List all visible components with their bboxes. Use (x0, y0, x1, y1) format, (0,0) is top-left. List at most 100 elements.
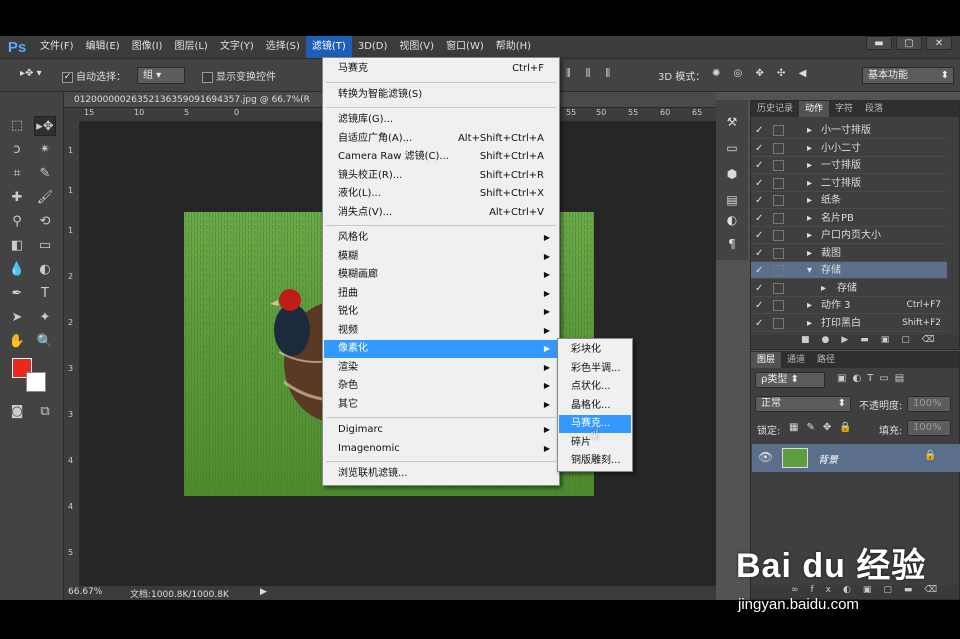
expand-right-icon[interactable]: ▸ (807, 122, 812, 139)
action-check-icon[interactable]: ✓ (755, 332, 763, 333)
expand-right-icon[interactable]: ▸ (821, 280, 826, 297)
filter-menu-item[interactable]: 像素化 ▶ (324, 340, 558, 358)
pixelate-submenu-item[interactable]: 点状化... (559, 378, 631, 396)
expand-right-icon[interactable]: ▸ (807, 315, 812, 332)
move-tool-button[interactable]: ▸✥ (34, 116, 56, 136)
actions-footer-icons[interactable]: ■●▶▬▣▢⌫ (751, 335, 959, 349)
action-check-icon[interactable]: ✓ (755, 192, 763, 209)
opacity-field[interactable]: 100% (907, 396, 951, 412)
brush-tool-icon[interactable]: 🖌 (34, 188, 56, 208)
align-icons[interactable]: ⫼ ⫼ ⫼ (566, 68, 616, 79)
3d-mode-icons[interactable]: ✺ ◎ ✥ ✣ ◀ (712, 68, 811, 79)
menu-file[interactable]: 文件(F) (34, 36, 80, 58)
shape-tool-icon[interactable]: ✦ (34, 308, 56, 328)
visibility-eye-icon[interactable]: 👁 (758, 450, 773, 464)
action-row[interactable]: ✓ ▾ 存储 (751, 262, 947, 279)
maximize-button[interactable]: ▢ (896, 36, 922, 50)
menu-select[interactable]: 选择(S) (260, 36, 306, 58)
filter-menu-item[interactable]: 镜头校正(R)... Shift+Ctrl+R (324, 167, 558, 185)
type-tool-icon[interactable]: T (34, 284, 56, 304)
filter-menu-item[interactable]: 浏览联机滤镜... (324, 465, 558, 483)
menu-type[interactable]: 文字(Y) (214, 36, 260, 58)
tab-channels[interactable]: 通道 (781, 352, 811, 368)
action-check-icon[interactable]: ✓ (755, 262, 763, 279)
pixelate-submenu-item[interactable]: 铜版雕刻... (559, 452, 631, 470)
filter-menu-item[interactable]: 转换为智能滤镜(S) (324, 86, 558, 104)
filter-menu-item[interactable]: 杂色 ▶ (324, 377, 558, 395)
action-row[interactable]: ✓ ▸ 户口内页大小 (751, 227, 947, 244)
action-check-icon[interactable]: ✓ (755, 210, 763, 227)
action-check-icon[interactable]: ✓ (755, 122, 763, 139)
hand-tool-icon[interactable]: ✋ (6, 332, 28, 352)
eraser-icon[interactable]: ◧ (6, 236, 28, 256)
layer-row-background[interactable]: 👁 背景 🔒 (752, 444, 960, 472)
magic-wand-icon[interactable]: ✴ (34, 140, 56, 160)
menu-image[interactable]: 图像(I) (126, 36, 169, 58)
action-dialog-toggle[interactable] (773, 247, 784, 259)
zoom-level[interactable]: 66.67% (68, 587, 102, 597)
action-dialog-toggle[interactable] (773, 125, 784, 136)
action-check-icon[interactable]: ✓ (755, 227, 763, 244)
expand-right-icon[interactable]: ▸ (807, 175, 812, 192)
filter-menu-item[interactable]: 扭曲 ▶ (324, 285, 558, 303)
expand-right-icon[interactable]: ▸ (807, 297, 812, 314)
filter-menu-item[interactable]: 模糊 ▶ (324, 248, 558, 266)
action-row[interactable]: ✓ ▸ 二寸排版 (751, 175, 947, 192)
action-dialog-toggle[interactable] (773, 195, 784, 206)
expand-right-icon[interactable]: ▸ (807, 227, 812, 244)
action-dialog-toggle[interactable] (773, 282, 784, 294)
tab-layers[interactable]: 图层 (751, 352, 782, 368)
eyedropper-icon[interactable]: ✎ (34, 164, 56, 184)
action-row[interactable]: ✓ ▸ 一寸排版 (751, 157, 947, 174)
zoom-tool-icon[interactable]: 🔍 (34, 332, 56, 352)
menu-help[interactable]: 帮助(H) (490, 36, 537, 58)
filter-menu-item[interactable]: 消失点(V)... Alt+Ctrl+V (324, 204, 558, 222)
filter-menu-item[interactable]: 风格化 ▶ (324, 229, 558, 247)
pen-tool-icon[interactable]: ✒ (6, 284, 28, 304)
action-dialog-toggle[interactable] (773, 142, 784, 154)
blend-mode-dropdown[interactable]: 正常 ⬍ (755, 396, 851, 412)
menu-view[interactable]: 视图(V) (393, 36, 440, 58)
expand-right-icon[interactable]: ▸ (807, 210, 812, 227)
action-dialog-toggle[interactable] (773, 160, 784, 171)
menu-layer[interactable]: 图层(L) (168, 36, 213, 58)
filter-menu-item[interactable]: 锐化 ▶ (324, 303, 558, 321)
filter-menu-item[interactable]: 自适应广角(A)... Alt+Shift+Ctrl+A (324, 130, 558, 148)
action-check-icon[interactable]: ✓ (755, 175, 763, 192)
expand-down-icon[interactable]: ▾ (807, 262, 812, 279)
quick-mask-icon[interactable]: ◙ (6, 402, 28, 422)
expand-right-icon[interactable]: ▸ (807, 332, 812, 333)
action-dialog-toggle[interactable] (773, 230, 784, 241)
expand-right-icon[interactable]: ▸ (807, 192, 812, 209)
filter-menu-item[interactable]: Imagenomic ▶ (324, 440, 558, 458)
layer-name[interactable]: 背景 (818, 451, 838, 466)
clone-stamp-icon[interactable]: ⚲ (6, 212, 28, 232)
filter-menu-item[interactable]: 液化(L)... Shift+Ctrl+X (324, 185, 558, 203)
dodge-tool-icon[interactable]: ◐ (34, 260, 56, 280)
filter-menu-item[interactable]: 马赛克 Ctrl+F (324, 60, 558, 78)
menu-window[interactable]: 窗口(W) (440, 36, 490, 58)
action-row[interactable]: ✓ ▸ 小一寸排版 (751, 122, 947, 139)
status-arrow-icon[interactable]: ▶ (260, 587, 267, 597)
background-color-swatch[interactable] (26, 372, 46, 392)
auto-select-checkbox[interactable]: ✓ 自动选择： (62, 68, 126, 83)
marquee-tool-icon[interactable]: ⬚ (6, 116, 28, 136)
tab-paths[interactable]: 路径 (811, 352, 841, 368)
crop-tool-icon[interactable]: ⌗ (6, 164, 28, 184)
layer-filter-icons[interactable]: ▣◐T▭▤ (837, 373, 910, 384)
action-row[interactable]: ✓ ▸ 小小二寸 (751, 140, 947, 157)
paragraph-icon[interactable]: ¶ (724, 236, 740, 252)
show-transform-checkbox[interactable]: 显示变换控件 (202, 68, 276, 83)
3d-panel-icon[interactable]: ⬢ (724, 166, 740, 182)
action-check-icon[interactable]: ✓ (755, 157, 763, 174)
history-brush-icon[interactable]: ⟲ (34, 212, 56, 232)
blur-tool-icon[interactable]: 💧 (6, 260, 28, 280)
lock-icons[interactable]: ▦✎✥🔒 (789, 422, 860, 433)
action-check-icon[interactable]: ✓ (755, 315, 763, 332)
action-check-icon[interactable]: ✓ (755, 245, 763, 262)
filter-menu-item[interactable]: 模糊画廊 ▶ (324, 266, 558, 284)
layer-filter-dropdown[interactable]: ρ类型 ⬍ (755, 372, 825, 388)
action-row[interactable]: ✓ ▸ 打印黑白 Shift+F2 (751, 315, 947, 332)
pixelate-submenu-item[interactable]: 彩色半调... (559, 360, 631, 378)
action-row[interactable]: ✓ ▸ 动作 3 Ctrl+F7 (751, 297, 947, 314)
